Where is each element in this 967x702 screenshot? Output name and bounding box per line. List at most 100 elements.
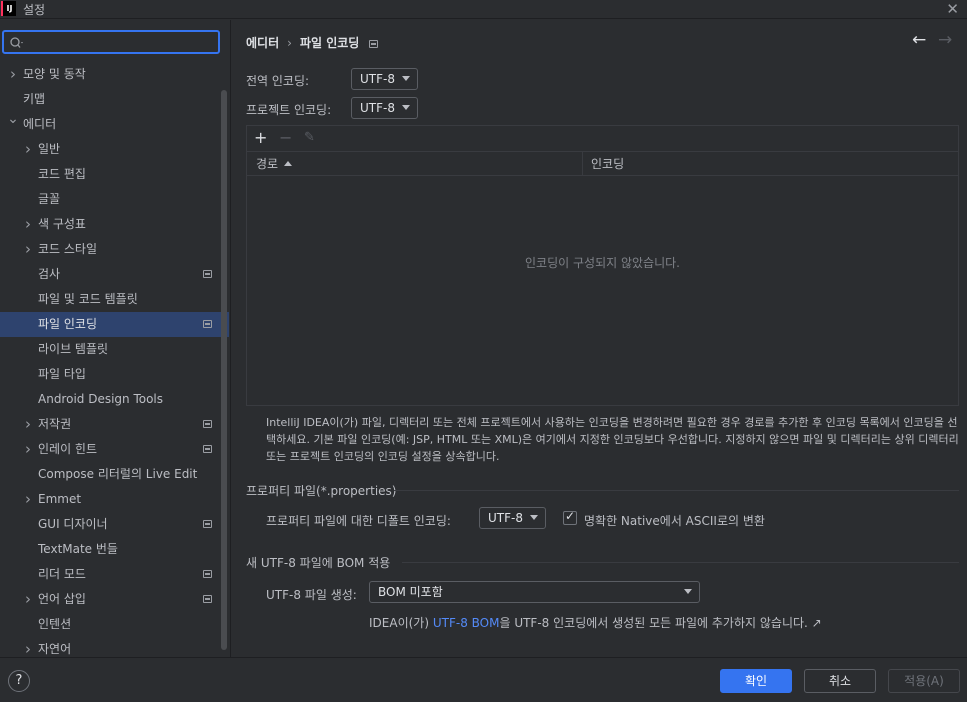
search-input[interactable] [2,30,220,54]
chevron-down-icon [530,515,538,520]
chevron-right-icon[interactable]: › [22,587,34,612]
sidebar-item-23[interactable]: › 자연어 [0,637,229,657]
breadcrumb-current: 파일 인코딩 [299,36,360,50]
search-icon [10,37,23,48]
close-icon[interactable]: ✕ [946,0,959,18]
sidebar-item-9[interactable]: 파일 및 코드 템플릿 [0,287,229,312]
sidebar-item-label: 저작권 [38,417,72,431]
breadcrumb-parent[interactable]: 에디터 [246,36,279,50]
add-icon[interactable]: + [254,127,267,149]
chevron-right-icon[interactable]: › [22,437,34,462]
breadcrumb: 에디터 › 파일 인코딩 [246,34,379,51]
sidebar-item-label: 파일 타입 [38,367,86,381]
sidebar-item-label: 일반 [38,142,61,156]
project-encoding-value: UTF-8 [360,101,395,115]
sidebar-item-label: 언어 삽입 [38,592,86,606]
sidebar-item-16[interactable]: Compose 리터럴의 Live Edit [0,462,229,487]
chevron-right-icon[interactable]: › [22,237,34,262]
back-arrow-icon[interactable]: ← [912,30,926,50]
edit-icon[interactable]: ✎ [304,127,315,149]
sidebar-item-5[interactable]: 글꼴 [0,187,229,212]
properties-encoding-dropdown[interactable]: UTF-8 [479,507,546,529]
sidebar-item-21[interactable]: › 언어 삽입 [0,587,229,612]
sidebar-item-17[interactable]: › Emmet [0,487,229,512]
sidebar-item-19[interactable]: TextMate 번들 [0,537,229,562]
help-button[interactable]: ? [8,670,30,692]
chevron-right-icon[interactable]: › [22,412,34,437]
chevron-down-icon [684,589,692,594]
bom-create-value: BOM 미포함 [378,585,443,599]
intellij-logo-icon: IJ [1,1,16,16]
sidebar-item-2[interactable]: ⌄ 에디터 [0,111,229,137]
sidebar-item-22[interactable]: 인텐션 [0,612,229,637]
sidebar-item-label: 라이브 템플릿 [38,342,109,356]
sidebar-item-18[interactable]: GUI 디자이너 [0,512,229,537]
global-encoding-label: 전역 인코딩: [246,74,310,88]
bom-section-title: 새 UTF-8 파일에 BOM 적용 [246,556,391,570]
project-encoding-dropdown[interactable]: UTF-8 [351,97,418,119]
sidebar-item-3[interactable]: › 일반 [0,137,229,162]
sidebar-item-label: 인텐션 [38,617,72,631]
sidebar-item-14[interactable]: › 저작권 [0,412,229,437]
sidebar-item-0[interactable]: › 모양 및 동작 [0,62,229,87]
ok-button[interactable]: 확인 [720,669,792,693]
sidebar-item-15[interactable]: › 인레이 힌트 [0,437,229,462]
sidebar-item-13[interactable]: Android Design Tools [0,387,229,412]
forward-arrow-icon[interactable]: → [938,30,952,50]
sidebar-item-10[interactable]: 파일 인코딩 [0,312,229,337]
project-scope-icon [203,420,212,428]
global-encoding-value: UTF-8 [360,72,395,86]
sidebar-item-label: 코드 편집 [38,167,86,181]
sidebar-item-20[interactable]: 리더 모드 [0,562,229,587]
project-scope-icon [203,320,212,328]
chevron-down-icon [402,105,410,110]
cancel-button[interactable]: 취소 [804,669,876,693]
sidebar-item-label: 키맵 [23,92,46,106]
apply-button[interactable]: 적용(A) [888,669,960,693]
sidebar-item-1[interactable]: 키맵 [0,87,229,112]
project-encoding-label: 프로젝트 인코딩: [246,103,332,117]
bom-create-dropdown[interactable]: BOM 미포함 [369,581,700,603]
breadcrumb-separator: › [287,36,292,50]
remove-icon[interactable]: − [279,127,292,149]
section-divider [394,490,959,491]
sidebar-item-12[interactable]: 파일 타입 [0,362,229,387]
chevron-right-icon[interactable]: › [22,487,34,512]
checkmark-icon: ✓ [565,509,576,523]
column-header-encoding[interactable]: 인코딩 [591,152,624,176]
chevron-right-icon[interactable]: › [7,62,19,87]
encoding-mapping-table: + − ✎ 경로 인코딩 인코딩이 구성되지 않았습니다. [246,125,959,406]
project-scope-icon [369,40,379,48]
section-divider [402,562,959,563]
sidebar-item-8[interactable]: 검사 [0,262,229,287]
sidebar-item-label: GUI 디자이너 [38,517,108,531]
chevron-down-icon [402,76,410,81]
native-to-ascii-label[interactable]: 명확한 Native에서 ASCII로의 변환 [584,512,765,529]
utf8-bom-link[interactable]: UTF-8 BOM [433,616,500,630]
sidebar-item-label: 파일 인코딩 [38,317,98,331]
chevron-right-icon[interactable]: › [22,212,34,237]
dialog-footer: ? 확인 취소 적용(A) [0,657,967,702]
sidebar-item-11[interactable]: 라이브 템플릿 [0,337,229,362]
column-divider[interactable] [582,152,583,176]
chevron-right-icon[interactable]: › [22,637,34,657]
properties-encoding-value: UTF-8 [488,511,523,525]
chevron-down-icon[interactable]: ⌄ [7,107,19,132]
global-encoding-dropdown[interactable]: UTF-8 [351,68,418,90]
sidebar-scrollbar[interactable] [221,90,227,650]
sidebar-item-label: 글꼴 [38,192,61,206]
sidebar-item-7[interactable]: › 코드 스타일 [0,237,229,262]
native-to-ascii-checkbox[interactable]: ✓ [563,509,577,525]
bom-note-suffix: 을 UTF-8 인코딩에서 생성된 모든 파일에 추가하지 않습니다. ↗ [499,616,822,630]
sidebar-item-label: 색 구성표 [38,217,86,231]
encoding-description: IntelliJ IDEA이(가) 파일, 디렉터리 또는 전체 프로젝트에서 … [266,416,959,463]
sidebar-item-label: Compose 리터럴의 Live Edit [38,467,198,481]
chevron-right-icon[interactable]: › [22,137,34,162]
bom-note: IDEA이(가) UTF-8 BOM을 UTF-8 인코딩에서 생성된 모든 파… [369,614,822,631]
settings-sidebar: › 모양 및 동작 키맵 ⌄ 에디터 › 일반 코드 편집 글꼴 › 색 구성표 › 코드 스타일 검사 파… [0,20,231,657]
sidebar-item-4[interactable]: 코드 편집 [0,162,229,187]
sidebar-item-6[interactable]: › 색 구성표 [0,212,229,237]
title-bar: IJ 설정 ✕ [0,0,967,19]
settings-content: 에디터 › 파일 인코딩 ← → 전역 인코딩: UTF-8 프로젝트 인코딩: U… [232,20,967,657]
column-header-path[interactable]: 경로 [256,152,293,176]
